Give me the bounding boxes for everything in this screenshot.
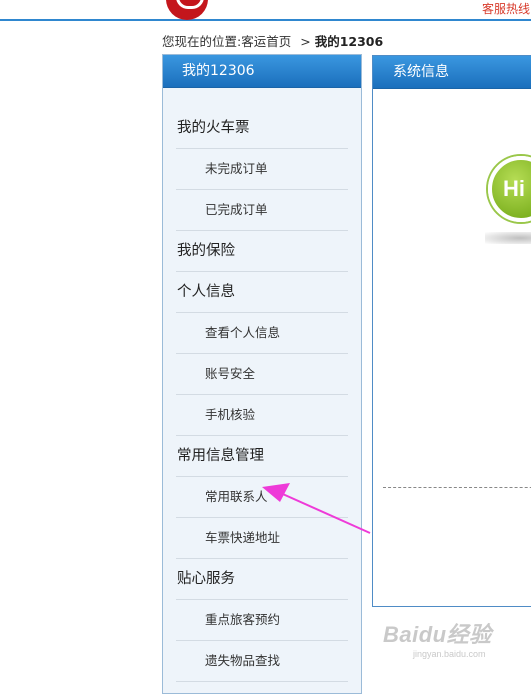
- top-header: 客服热线: [0, 0, 531, 21]
- watermark: Baidu经验 jingyan.baidu.com: [383, 617, 523, 662]
- watermark-url: jingyan.baidu.com: [413, 649, 486, 659]
- sidebar-item-delivery-address[interactable]: 车票快递地址: [176, 518, 348, 559]
- sidebar-item-personal-info[interactable]: 个人信息: [176, 272, 348, 313]
- sidebar-item-my-tickets[interactable]: 我的火车票: [176, 108, 348, 149]
- sidebar-item-finished-orders[interactable]: 已完成订单: [176, 190, 348, 231]
- system-info-panel: 系统信息 Hi: [372, 55, 531, 607]
- sidebar-item-my-insurance[interactable]: 我的保险: [176, 231, 348, 272]
- sidebar-item-lost-and-found[interactable]: 遗失物品查找: [176, 641, 348, 682]
- sidebar-item-phone-verification[interactable]: 手机核验: [176, 395, 348, 436]
- sidebar-item-considerate-services[interactable]: 贴心服务: [176, 559, 348, 600]
- badge-shadow: [485, 232, 531, 244]
- breadcrumb: 您现在的位置:客运首页 > 我的12306: [162, 31, 383, 50]
- sidebar-item-view-personal-info[interactable]: 查看个人信息: [176, 313, 348, 354]
- breadcrumb-home-link[interactable]: 客运首页: [241, 34, 291, 49]
- system-info-title: 系统信息: [373, 56, 531, 89]
- sidebar: 我的12306 我的火车票 未完成订单 已完成订单 我的保险 个人信息 查看个人…: [162, 54, 362, 694]
- sidebar-menu: 我的火车票 未完成订单 已完成订单 我的保险 个人信息 查看个人信息 账号安全 …: [163, 108, 361, 682]
- breadcrumb-prefix: 您现在的位置:: [162, 34, 242, 49]
- sidebar-item-priority-passenger[interactable]: 重点旅客预约: [176, 600, 348, 641]
- dashed-divider: [383, 487, 531, 488]
- sidebar-item-common-info[interactable]: 常用信息管理: [176, 436, 348, 477]
- watermark-brand: Baidu经验: [383, 622, 492, 647]
- hi-badge-icon: Hi: [488, 156, 531, 222]
- sidebar-title: 我的12306: [163, 55, 361, 88]
- sidebar-item-frequent-contacts[interactable]: 常用联系人: [176, 477, 348, 518]
- hotline-text: 客服热线: [482, 2, 531, 16]
- railway-logo-icon[interactable]: [166, 0, 208, 20]
- breadcrumb-separator: >: [300, 34, 311, 49]
- sidebar-item-unfinished-orders[interactable]: 未完成订单: [176, 149, 348, 190]
- breadcrumb-current: 我的12306: [314, 34, 384, 49]
- sidebar-item-account-security[interactable]: 账号安全: [176, 354, 348, 395]
